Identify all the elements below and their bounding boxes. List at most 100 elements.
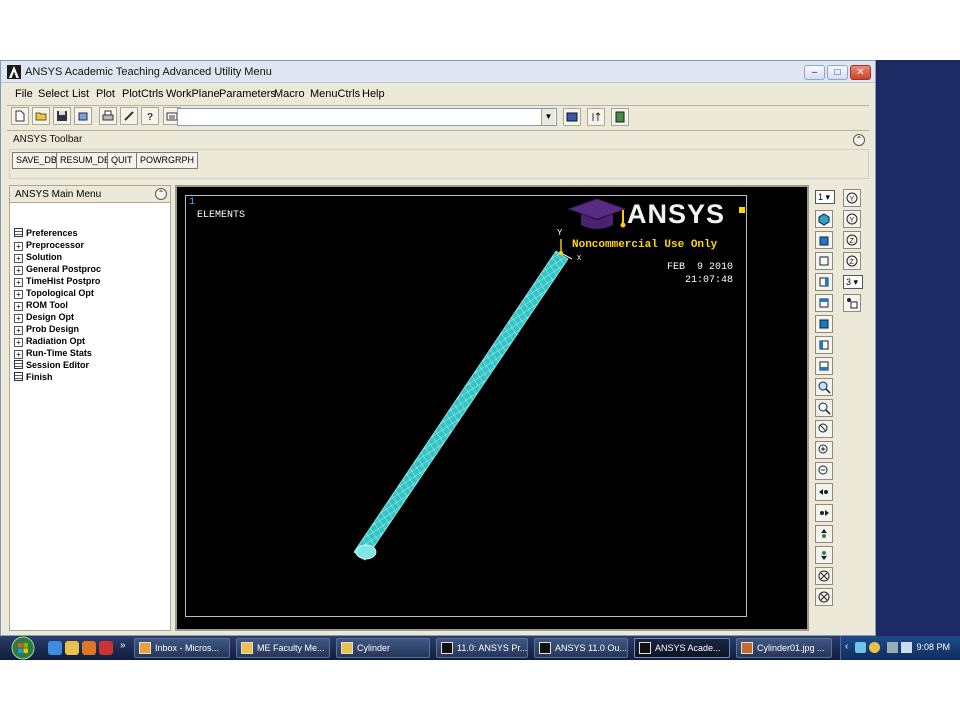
right-view-icon[interactable] xyxy=(815,273,833,291)
menu-menuctrls[interactable]: MenuCtrls xyxy=(310,88,360,100)
view-select[interactable]: 3 ▾ xyxy=(843,275,863,289)
taskbar-button[interactable]: ANSYS Acade... xyxy=(634,638,730,658)
document-icon[interactable] xyxy=(14,228,23,237)
menu-workplane[interactable]: WorkPlane xyxy=(166,88,220,100)
quicklaunch-overflow-icon[interactable]: » xyxy=(120,640,126,651)
left-view-icon[interactable] xyxy=(815,336,833,354)
expand-icon[interactable]: + xyxy=(14,302,23,311)
rotate-x-minus-icon[interactable] xyxy=(815,588,833,606)
tray-expand-icon[interactable]: ‹ xyxy=(845,641,848,652)
taskbar-button[interactable]: ANSYS 11.0 Ou... xyxy=(534,638,628,658)
back-view-icon[interactable] xyxy=(815,315,833,333)
rotate-z-plus-icon[interactable]: Z xyxy=(843,231,861,249)
expand-icon[interactable]: + xyxy=(14,326,23,335)
command-history-dropdown[interactable]: ▼ xyxy=(541,109,555,125)
expand-icon[interactable]: + xyxy=(14,314,23,323)
zoom-icon[interactable] xyxy=(815,399,833,417)
rotate-x-plus-icon[interactable] xyxy=(815,567,833,585)
reset-picking-icon[interactable] xyxy=(587,108,605,126)
bottom-view-icon[interactable] xyxy=(815,357,833,375)
main-menu-item[interactable]: Session Editor xyxy=(14,360,89,372)
save-icon[interactable] xyxy=(53,107,71,125)
power-icon[interactable] xyxy=(901,642,912,653)
close-button[interactable]: ✕ xyxy=(850,65,871,80)
main-menu-item[interactable]: + Run-Time Stats xyxy=(14,348,92,360)
ie-icon[interactable] xyxy=(48,641,62,655)
iso-view-icon[interactable] xyxy=(815,210,833,228)
dynamic-mode-icon[interactable] xyxy=(843,294,861,312)
expand-icon[interactable]: + xyxy=(14,338,23,347)
taskbar-button[interactable]: Cylinder01.jpg ... xyxy=(736,638,832,658)
expand-icon[interactable]: + xyxy=(14,254,23,263)
pan-right-icon[interactable] xyxy=(815,504,833,522)
taskbar-button[interactable]: Inbox - Micros... xyxy=(134,638,230,658)
menu-plotctrls[interactable]: PlotCtrls xyxy=(122,88,164,100)
title-bar[interactable]: ANSYS Academic Teaching Advanced Utility… xyxy=(1,61,875,83)
window-select[interactable]: 1 ▾ xyxy=(815,190,835,204)
quicklaunch-icon[interactable] xyxy=(99,641,113,655)
rotate-y-minus-icon[interactable]: Y xyxy=(843,210,861,228)
expand-icon[interactable]: + xyxy=(14,350,23,359)
main-menu-item[interactable]: + Prob Design xyxy=(14,324,79,336)
contact-manager-icon[interactable] xyxy=(611,108,629,126)
menu-select[interactable]: Select xyxy=(38,88,69,100)
menu-help[interactable]: Help xyxy=(362,88,385,100)
new-file-icon[interactable] xyxy=(11,107,29,125)
save-db-button[interactable]: SAVE_DB xyxy=(12,152,61,169)
pan-left-icon[interactable] xyxy=(815,483,833,501)
minimize-button[interactable]: – xyxy=(804,65,825,80)
menu-file[interactable]: File xyxy=(15,88,33,100)
top-view-icon[interactable] xyxy=(815,294,833,312)
volume-icon[interactable] xyxy=(887,642,898,653)
taskbar-button[interactable]: ME Faculty Me... xyxy=(236,638,330,658)
menu-parameters[interactable]: Parameters xyxy=(219,88,276,100)
start-button-icon[interactable] xyxy=(8,636,38,660)
main-menu-item[interactable]: + Design Opt xyxy=(14,312,74,324)
explorer-icon[interactable] xyxy=(65,641,79,655)
clock[interactable]: 9:08 PM xyxy=(916,642,950,652)
messenger-icon[interactable] xyxy=(869,642,880,653)
main-menu-item[interactable]: + Solution xyxy=(14,252,62,264)
main-menu-item[interactable]: Finish xyxy=(14,372,53,384)
taskbar-button[interactable]: 11.0: ANSYS Pr... xyxy=(436,638,528,658)
pan-up-icon[interactable] xyxy=(815,525,833,543)
pan-down-icon[interactable] xyxy=(815,546,833,564)
expand-icon[interactable]: + xyxy=(14,242,23,251)
graphics-window[interactable]: 1 ELEMENTS ANSYS Noncommercial Use Only … xyxy=(175,185,809,631)
network-icon[interactable] xyxy=(855,642,866,653)
document-icon[interactable] xyxy=(14,360,23,369)
main-menu-item[interactable]: + Radiation Opt xyxy=(14,336,85,348)
zoom-out-icon[interactable] xyxy=(815,462,833,480)
report-icon[interactable] xyxy=(120,107,138,125)
resum-db-button[interactable]: RESUM_DB xyxy=(56,152,115,169)
document-icon[interactable] xyxy=(14,372,23,381)
main-menu-item[interactable]: + ROM Tool xyxy=(14,300,68,312)
command-input[interactable] xyxy=(177,108,557,126)
expand-icon[interactable]: + xyxy=(14,266,23,275)
zoom-back-icon[interactable] xyxy=(815,420,833,438)
main-menu-item[interactable]: Preferences xyxy=(14,228,78,240)
rotate-z-minus-icon[interactable]: Z xyxy=(843,252,861,270)
main-menu-item[interactable]: + Topological Opt xyxy=(14,288,94,300)
taskbar-button[interactable]: Cylinder xyxy=(336,638,430,658)
main-menu-item[interactable]: + General Postproc xyxy=(14,264,101,276)
help-icon[interactable]: ? xyxy=(141,107,159,125)
front-view-icon[interactable] xyxy=(815,252,833,270)
oblique-view-icon[interactable] xyxy=(815,231,833,249)
open-folder-icon[interactable] xyxy=(32,107,50,125)
quit-button[interactable]: QUIT xyxy=(107,152,137,169)
rotate-y-plus-icon[interactable]: Y xyxy=(843,189,861,207)
collapse-main-menu-icon[interactable]: ⌃ xyxy=(155,188,167,200)
maximize-button[interactable]: □ xyxy=(827,65,848,80)
raise-hidden-icon[interactable] xyxy=(563,108,581,126)
firefox-icon[interactable] xyxy=(82,641,96,655)
pan-zoom-icon[interactable] xyxy=(74,107,92,125)
main-menu-item[interactable]: + TimeHist Postpro xyxy=(14,276,100,288)
main-menu-item[interactable]: + Preprocessor xyxy=(14,240,84,252)
menu-list[interactable]: List xyxy=(72,88,89,100)
zoom-in-icon[interactable] xyxy=(815,441,833,459)
menu-plot[interactable]: Plot xyxy=(96,88,115,100)
fit-view-icon[interactable] xyxy=(815,378,833,396)
powrgrph-button[interactable]: POWRGRPH xyxy=(136,152,198,169)
expand-icon[interactable]: + xyxy=(14,290,23,299)
